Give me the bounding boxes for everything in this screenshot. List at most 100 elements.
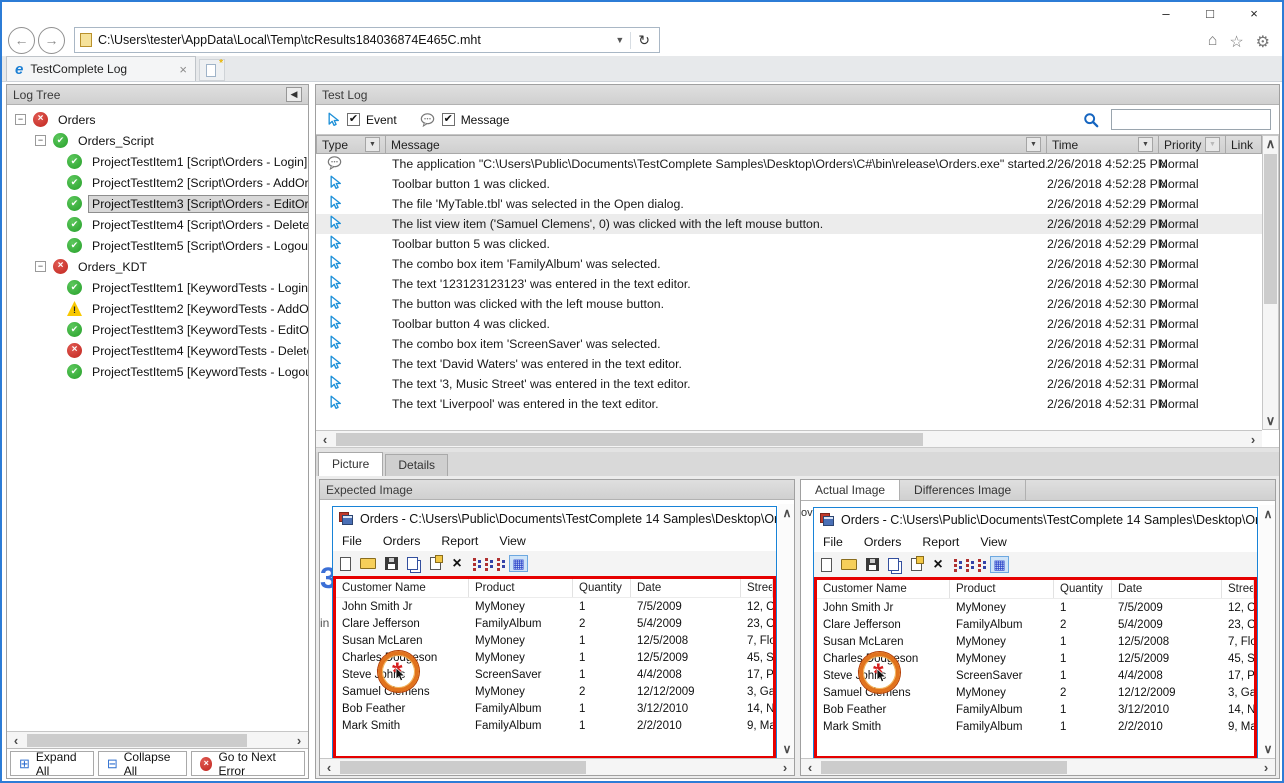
tree-item[interactable]: ✔ProjectTestItem3 [KeywordTests - EditOr… <box>7 319 308 340</box>
scroll-right-icon[interactable]: › <box>776 760 794 775</box>
grid-cell: 12/5/2009 <box>1112 653 1222 665</box>
log-row[interactable]: The combo box item 'FamilyAlbum' was sel… <box>316 254 1262 274</box>
panel-collapse-icon[interactable]: ◀ <box>286 87 302 102</box>
scroll-thumb[interactable] <box>340 761 586 774</box>
column-header-priority[interactable]: Priority ▼ <box>1159 135 1226 154</box>
grid-row: Clare JeffersonFamilyAlbum25/4/200923, O… <box>336 615 773 632</box>
tree-item[interactable]: ✔ProjectTestItem5 [KeywordTests - Logout… <box>7 361 308 382</box>
back-button[interactable]: ← <box>8 27 35 54</box>
scroll-thumb[interactable] <box>27 734 247 747</box>
scroll-left-icon[interactable]: ‹ <box>316 432 334 447</box>
log-row[interactable]: The text 'Liverpool' was entered in the … <box>316 394 1262 414</box>
tree-item[interactable]: −×Orders <box>7 109 308 130</box>
log-row[interactable]: The combo box item 'ScreenSaver' was sel… <box>316 334 1262 354</box>
log-row[interactable]: The button was clicked with the left mou… <box>316 294 1262 314</box>
scroll-right-icon[interactable]: › <box>1257 760 1275 775</box>
time-filter-dropdown-icon[interactable]: ▼ <box>1138 137 1153 152</box>
tab-title: TestComplete Log <box>30 62 173 76</box>
scroll-up-icon[interactable]: ∧ <box>1259 505 1275 523</box>
expected-image-header: Expected Image <box>320 480 794 500</box>
favorites-star-icon[interactable]: ☆ <box>1229 32 1243 52</box>
tab-differences-image[interactable]: Differences Image <box>900 480 1026 500</box>
forward-button[interactable]: → <box>38 27 65 54</box>
scroll-left-icon[interactable]: ‹ <box>801 760 819 775</box>
scroll-left-icon[interactable]: ‹ <box>320 760 338 775</box>
tree-item[interactable]: ✔ProjectTestItem2 [Script\Orders - AddOr… <box>7 172 308 193</box>
column-header-message[interactable]: Message ▼ <box>386 135 1047 154</box>
address-bar[interactable]: C:\Users\tester\AppData\Local\Temp\tcRes… <box>74 27 660 53</box>
tree-item[interactable]: −✔Orders_Script <box>7 130 308 151</box>
log-row[interactable]: Toolbar button 1 was clicked.2/26/2018 4… <box>316 174 1262 194</box>
picture-text-fragment: ov <box>801 507 813 519</box>
grid-cell: 17, Park A <box>741 669 773 681</box>
address-text: C:\Users\tester\AppData\Local\Temp\tcRes… <box>98 33 609 47</box>
tree-item[interactable]: ✔ProjectTestItem1 [KeywordTests - Login] <box>7 277 308 298</box>
tab-close-icon[interactable]: × <box>179 62 187 77</box>
tab-details[interactable]: Details <box>385 454 448 476</box>
tab-actual-image[interactable]: Actual Image <box>801 480 900 500</box>
tree-item[interactable]: −×Orders_KDT <box>7 256 308 277</box>
log-row[interactable]: The text 'David Waters' was entered in t… <box>316 354 1262 374</box>
scroll-thumb[interactable] <box>1264 154 1277 304</box>
minimize-button[interactable]: – <box>1144 6 1188 21</box>
tree-item[interactable]: !ProjectTestItem2 [KeywordTests - AddOrd… <box>7 298 308 319</box>
grid-cell: 3, Garden s <box>1222 687 1254 699</box>
grid-column-header: Street <box>1222 580 1254 598</box>
log-row[interactable]: The text '123123123123' was entered in t… <box>316 274 1262 294</box>
close-button[interactable]: × <box>1232 6 1276 21</box>
tree-item[interactable]: ×ProjectTestItem4 [KeywordTests - Delete… <box>7 340 308 361</box>
tree-item[interactable]: ✔ProjectTestItem3 [Script\Orders - EditO… <box>7 193 308 214</box>
scroll-right-icon[interactable]: › <box>1244 432 1262 447</box>
scroll-up-icon[interactable]: ∧ <box>1262 136 1280 152</box>
refresh-icon[interactable]: ↻ <box>630 32 657 49</box>
test-log-panel: Test Log ✔ Event ✔ Message Type <box>315 84 1280 779</box>
scroll-thumb[interactable] <box>821 761 1067 774</box>
message-checkbox[interactable]: ✔ <box>442 113 455 126</box>
log-row-time: 2/26/2018 4:52:31 PM <box>1047 317 1159 331</box>
tab-picture[interactable]: Picture <box>318 452 383 476</box>
log-row[interactable]: Toolbar button 4 was clicked.2/26/2018 4… <box>316 314 1262 334</box>
tree-expander-icon[interactable]: − <box>15 114 26 125</box>
tree-item[interactable]: ✔ProjectTestItem1 [Script\Orders - Login… <box>7 151 308 172</box>
tree-expander-icon[interactable]: − <box>35 261 46 272</box>
maximize-button[interactable]: □ <box>1188 6 1232 21</box>
scroll-down-icon[interactable]: ∨ <box>778 740 794 758</box>
log-row[interactable]: The list view item ('Samuel Clemens', 0)… <box>316 214 1262 234</box>
tree-item[interactable]: ✔ProjectTestItem4 [Script\Orders - Delet… <box>7 214 308 235</box>
grid-column-header: Customer Name <box>336 579 469 597</box>
grid-cell: 1 <box>1054 636 1112 648</box>
search-input[interactable] <box>1111 109 1271 130</box>
scroll-thumb[interactable] <box>336 433 923 446</box>
collapse-all-icon: ⊟ <box>107 756 118 772</box>
collapse-all-button[interactable]: ⊟ Collapse All <box>98 751 187 776</box>
column-header-time[interactable]: Time ▼ <box>1047 135 1159 154</box>
priority-filter-dropdown-icon[interactable]: ▼ <box>1205 137 1220 152</box>
log-row[interactable]: The text '3, Music Street' was entered i… <box>316 374 1262 394</box>
grid-column-header: Quantity <box>1054 580 1112 598</box>
log-row[interactable]: The application "C:\Users\Public\Documen… <box>316 154 1262 174</box>
log-row[interactable]: Toolbar button 5 was clicked.2/26/2018 4… <box>316 234 1262 254</box>
scroll-left-icon[interactable]: ‹ <box>7 733 25 748</box>
scroll-up-icon[interactable]: ∧ <box>778 504 794 522</box>
go-to-next-error-button[interactable]: × Go to Next Error <box>191 751 305 776</box>
log-row[interactable]: The file 'MyTable.tbl' was selected in t… <box>316 194 1262 214</box>
grid-cell: MyMoney <box>950 687 1054 699</box>
tree-item[interactable]: ✔ProjectTestItem5 [Script\Orders - Logou… <box>7 235 308 256</box>
browser-tab[interactable]: e TestComplete Log × <box>6 56 196 81</box>
message-filter-dropdown-icon[interactable]: ▼ <box>1026 137 1041 152</box>
settings-gear-icon[interactable]: ⚙ <box>1256 32 1270 52</box>
event-checkbox[interactable]: ✔ <box>347 113 360 126</box>
address-dropdown-icon[interactable]: ▼ <box>609 35 630 45</box>
scroll-down-icon[interactable]: ∨ <box>1259 740 1275 758</box>
scroll-down-icon[interactable]: ∨ <box>1262 413 1280 429</box>
column-header-type[interactable]: Type ▼ <box>316 135 386 154</box>
column-header-link[interactable]: Link <box>1226 135 1262 154</box>
tree-item-label: Orders_KDT <box>75 259 150 275</box>
scroll-right-icon[interactable]: › <box>290 733 308 748</box>
home-icon[interactable]: ⌂ <box>1208 32 1218 52</box>
new-tab-button[interactable]: * <box>199 59 225 81</box>
type-filter-dropdown-icon[interactable]: ▼ <box>365 137 380 152</box>
expand-all-icon: ⊞ <box>19 756 30 772</box>
expand-all-button[interactable]: ⊞ Expand All <box>10 751 94 776</box>
tree-expander-icon[interactable]: − <box>35 135 46 146</box>
